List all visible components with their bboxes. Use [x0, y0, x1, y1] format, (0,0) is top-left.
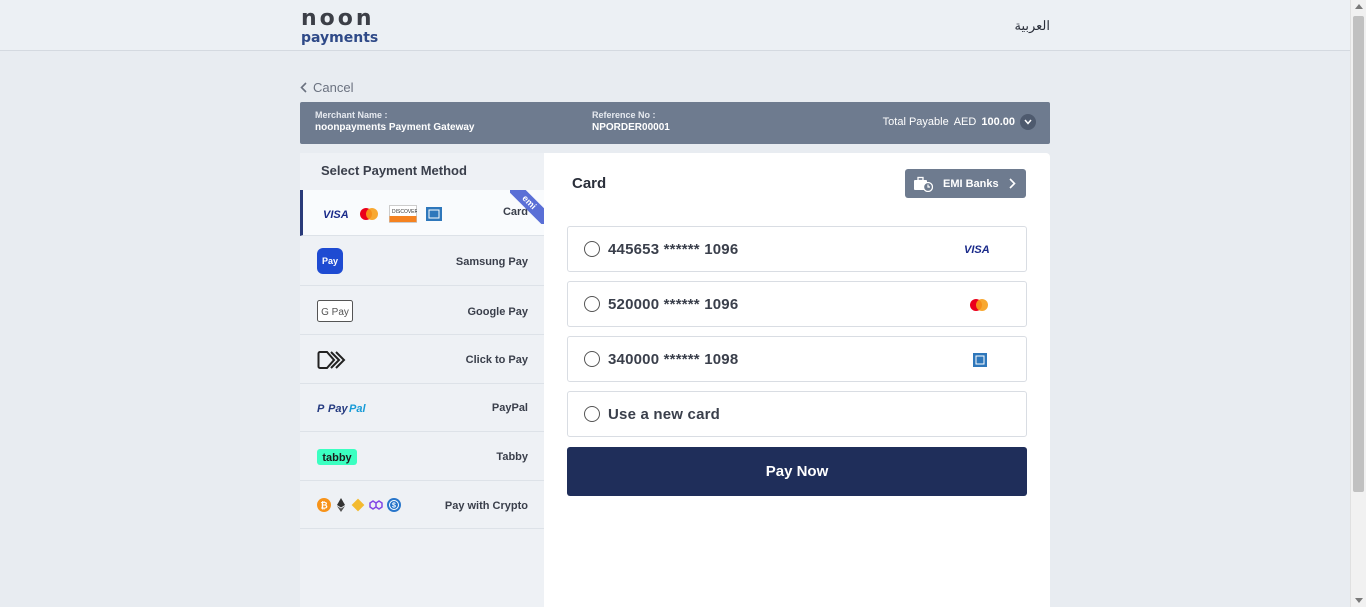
merchant-label: Merchant Name : [315, 110, 388, 120]
svg-text:$: $ [392, 503, 396, 510]
usdc-icon: $ [387, 498, 401, 512]
method-pay-with-crypto[interactable]: ₿ $ Pay with Crypto [300, 481, 544, 529]
emi-badge: emi [510, 190, 544, 224]
reference-label: Reference No : [592, 110, 656, 120]
mastercard-icon [360, 208, 378, 220]
saved-card-radio[interactable] [584, 351, 600, 367]
saved-card-option[interactable]: 520000 ****** 1096 [567, 281, 1027, 327]
total-label: Total Payable [882, 116, 949, 128]
method-click-to-pay[interactable]: Click to Pay [300, 335, 544, 384]
logo-noon-text: noon [301, 6, 375, 31]
svg-text:Pay: Pay [322, 256, 338, 266]
language-switch-link[interactable]: العربية [1014, 18, 1050, 34]
svg-text:VISA: VISA [323, 209, 349, 220]
new-card-option[interactable]: Use a new card [567, 391, 1027, 437]
method-card[interactable]: VISA DISCOVER Card emi [300, 190, 544, 236]
noon-payments-logo[interactable]: noon payments [301, 6, 379, 46]
order-summary-bar: Merchant Name : noonpayments Payment Gat… [300, 102, 1050, 144]
scroll-down-arrow-icon[interactable] [1355, 598, 1363, 603]
vertical-scrollbar[interactable] [1350, 0, 1366, 607]
samsung-pay-icon: Pay [317, 248, 343, 274]
visa-icon: VISA [964, 244, 990, 255]
method-google-pay-label: Google Pay [467, 306, 528, 318]
method-samsung-pay[interactable]: Pay Samsung Pay [300, 236, 544, 286]
new-card-radio[interactable] [584, 406, 600, 422]
method-tabby-label: Tabby [496, 451, 528, 463]
emi-banks-button[interactable]: EMI Banks [905, 169, 1026, 198]
logo-payments-text: payments [301, 30, 379, 46]
chevron-down-icon [1024, 119, 1032, 125]
saved-card-radio[interactable] [584, 241, 600, 257]
chevron-right-icon [1009, 178, 1016, 189]
discover-icon: DISCOVER [389, 205, 417, 223]
amex-icon [973, 353, 987, 367]
polygon-icon [369, 500, 383, 510]
saved-card-option[interactable]: 445653 ****** 1096 VISA [567, 226, 1027, 272]
method-tabby[interactable]: tabby Tabby [300, 432, 544, 481]
visa-icon: VISA [323, 209, 349, 220]
click-to-pay-icon [317, 351, 346, 369]
emi-banks-label: EMI Banks [943, 177, 999, 190]
pay-now-button[interactable]: Pay Now [567, 447, 1027, 496]
merchant-value: noonpayments Payment Gateway [315, 122, 475, 133]
chevron-left-icon [300, 82, 307, 93]
ethereum-icon [337, 498, 345, 512]
top-bar: noon payments العربية [0, 0, 1350, 51]
sidebar-title: Select Payment Method [321, 163, 467, 178]
scroll-up-arrow-icon[interactable] [1355, 4, 1363, 9]
merchant-info: Merchant Name : noonpayments Payment Gat… [315, 110, 475, 133]
scroll-thumb[interactable] [1353, 16, 1364, 492]
tabby-icon: tabby [317, 449, 357, 465]
total-amount: 100.00 [981, 116, 1015, 128]
method-crypto-label: Pay with Crypto [444, 500, 528, 512]
svg-text:VISA: VISA [964, 244, 990, 255]
method-samsung-pay-label: Samsung Pay [455, 256, 528, 268]
svg-text:Pay: Pay [328, 403, 348, 415]
saved-card-number: 340000 ****** 1098 [608, 351, 739, 368]
saved-card-number: 520000 ****** 1096 [608, 296, 739, 313]
saved-card-number: 445653 ****** 1096 [608, 241, 739, 258]
payment-method-sidebar: Select Payment Method VISA DISCOVER Card… [300, 153, 544, 607]
method-paypal[interactable]: P Pay Pal PayPal [300, 384, 544, 432]
currency-label: AED [953, 116, 977, 128]
saved-card-radio[interactable] [584, 296, 600, 312]
svg-text:Pal: Pal [349, 403, 366, 415]
new-card-label: Use a new card [608, 406, 721, 423]
reference-info: Reference No : NPORDER00001 [592, 110, 670, 133]
expand-summary-button[interactable] [1020, 114, 1036, 130]
card-payment-panel: Card EMI Banks 445653 ****** 1096 VISA 5… [544, 153, 1050, 607]
amex-icon [426, 207, 442, 221]
svg-text:tabby: tabby [322, 452, 352, 464]
svg-text:G Pay: G Pay [321, 307, 349, 318]
mastercard-icon [970, 299, 988, 311]
method-paypal-label: PayPal [491, 402, 528, 414]
svg-text:P: P [317, 403, 325, 415]
total-payable: Total Payable AED 100.00 [883, 114, 1036, 130]
cancel-label: Cancel [313, 80, 354, 95]
binance-icon [351, 498, 365, 512]
method-click-to-pay-label: Click to Pay [465, 354, 528, 366]
emi-briefcase-clock-icon [914, 176, 933, 192]
google-pay-icon: G Pay [317, 300, 353, 322]
method-google-pay[interactable]: G Pay Google Pay [300, 286, 544, 335]
svg-text:₿: ₿ [320, 501, 327, 511]
paypal-icon: P Pay Pal [317, 403, 366, 415]
cancel-link[interactable]: Cancel [300, 80, 353, 95]
reference-value: NPORDER00001 [592, 122, 670, 133]
saved-card-option[interactable]: 340000 ****** 1098 [567, 336, 1027, 382]
panel-title: Card [572, 175, 607, 192]
bitcoin-icon: ₿ [317, 498, 331, 512]
svg-text:DISCOVER: DISCOVER [392, 209, 417, 215]
